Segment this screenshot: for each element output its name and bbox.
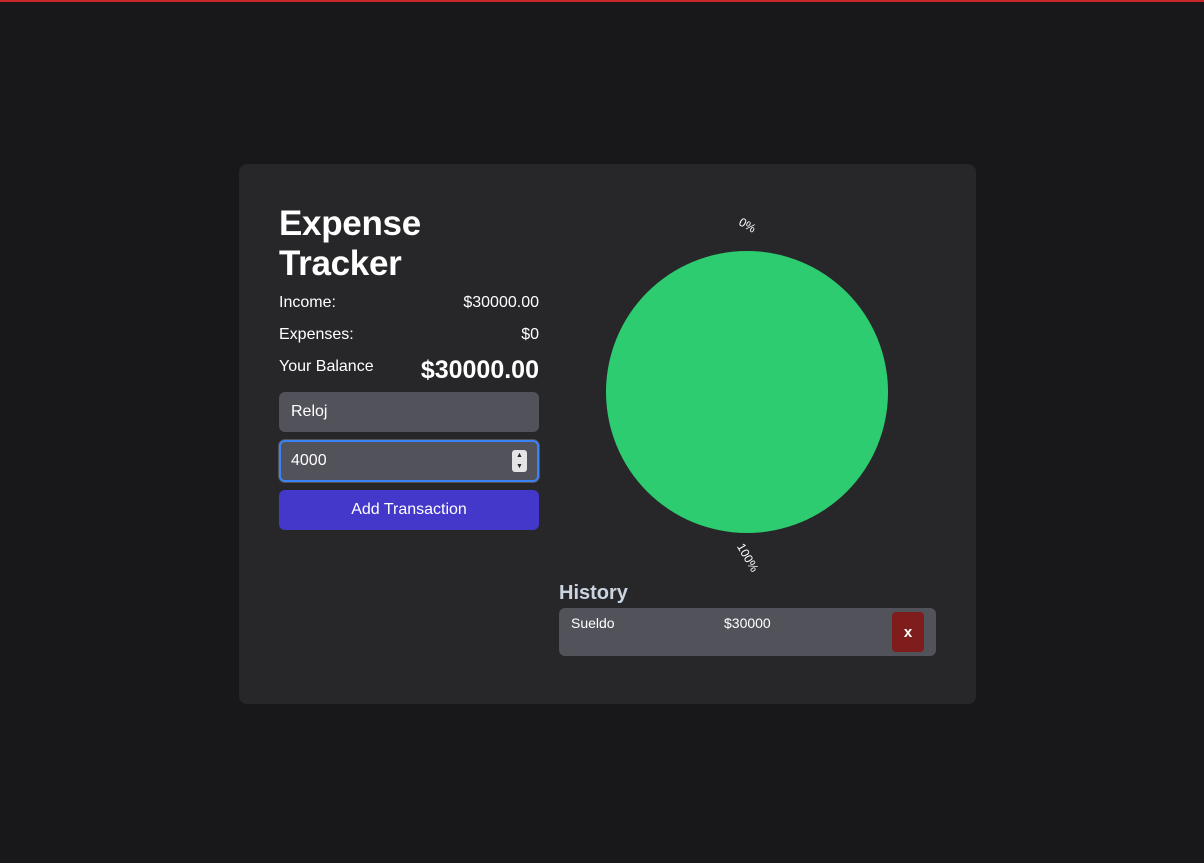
expenses-row: Expenses: $0 (279, 326, 539, 348)
description-input[interactable]: Reloj (279, 392, 539, 432)
income-row: Income: $30000.00 (279, 294, 539, 316)
left-panel: Expense Tracker Income: $30000.00 Expens… (279, 204, 539, 530)
expenses-label: Expenses: (279, 326, 354, 343)
income-label: Income: (279, 294, 336, 311)
history-item-name: Sueldo (571, 615, 615, 631)
pie-label-expenses: 0% (736, 215, 758, 236)
expense-tracker-card: Expense Tracker Income: $30000.00 Expens… (239, 164, 976, 704)
delete-transaction-button[interactable]: x (892, 612, 924, 652)
history-title: History (559, 582, 628, 604)
history-list: Sueldo $30000 x (559, 608, 936, 656)
history-item-amount: $30000 (724, 615, 771, 631)
pie-label-income: 100% (734, 541, 762, 575)
pie-chart-svg: 100% 0% (606, 215, 888, 575)
history-item: Sueldo $30000 x (559, 608, 936, 656)
expenses-value: $0 (521, 326, 539, 343)
add-transaction-button[interactable]: Add Transaction (279, 490, 539, 530)
stepper-down-icon[interactable]: ▼ (516, 463, 523, 471)
amount-input-value: 4000 (291, 452, 327, 469)
page-title: Expense Tracker (279, 204, 421, 283)
top-border (0, 0, 1204, 2)
pie-slice-income (606, 251, 888, 533)
income-value: $30000.00 (463, 294, 539, 311)
balance-pie-chart: 100% 0% (569, 204, 925, 584)
stepper-up-icon[interactable]: ▲ (516, 452, 523, 460)
balance-row: Your Balance $30000.00 (279, 356, 539, 386)
balance-label: Your Balance (279, 358, 374, 375)
amount-stepper[interactable]: ▲ ▼ (512, 450, 527, 472)
balance-value: $30000.00 (420, 356, 539, 384)
description-input-value: Reloj (291, 403, 328, 420)
amount-input[interactable]: 4000 ▲ ▼ (279, 440, 539, 482)
